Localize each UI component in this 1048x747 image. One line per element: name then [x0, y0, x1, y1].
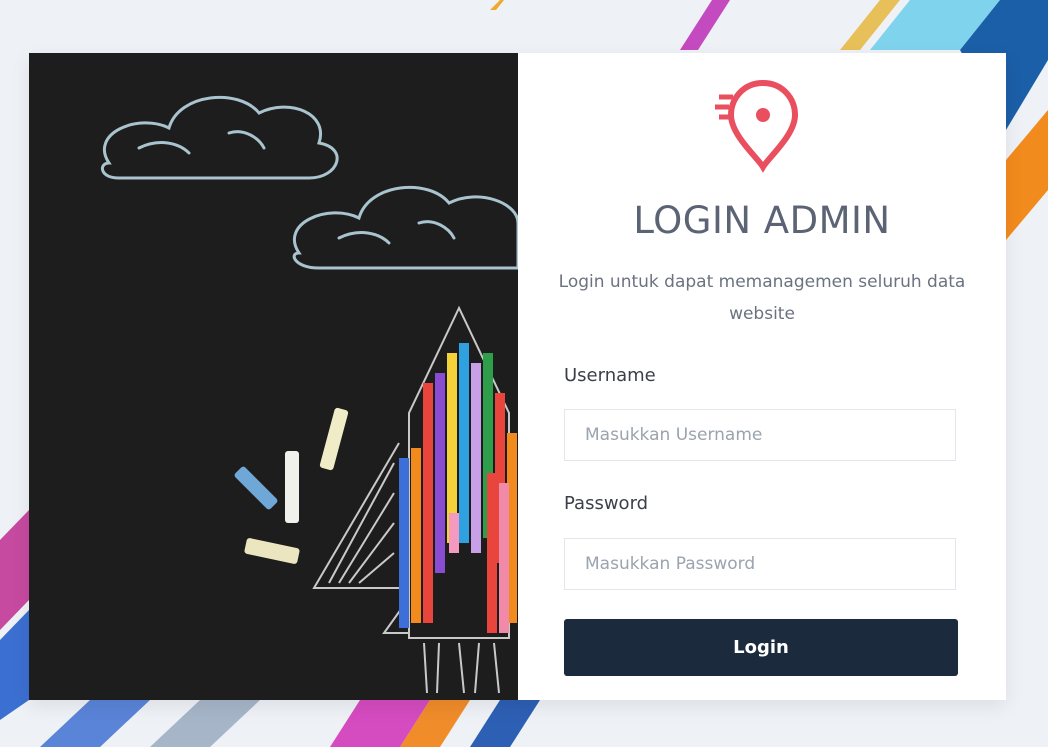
page-title: LOGIN ADMIN	[633, 199, 891, 242]
password-label: Password	[564, 493, 649, 514]
username-input[interactable]	[564, 409, 956, 461]
location-pin-icon	[715, 79, 799, 173]
password-input[interactable]	[564, 538, 956, 590]
page-subtitle: Login untuk dapat memanagemen seluruh da…	[558, 272, 966, 324]
username-label: Username	[564, 365, 656, 386]
login-button[interactable]: Login	[564, 619, 958, 676]
login-panel: LOGIN ADMIN Login untuk dapat memanageme…	[518, 53, 1006, 700]
chalkboard-rocket-image	[29, 53, 518, 700]
login-card: LOGIN ADMIN Login untuk dapat memanageme…	[29, 53, 1006, 700]
